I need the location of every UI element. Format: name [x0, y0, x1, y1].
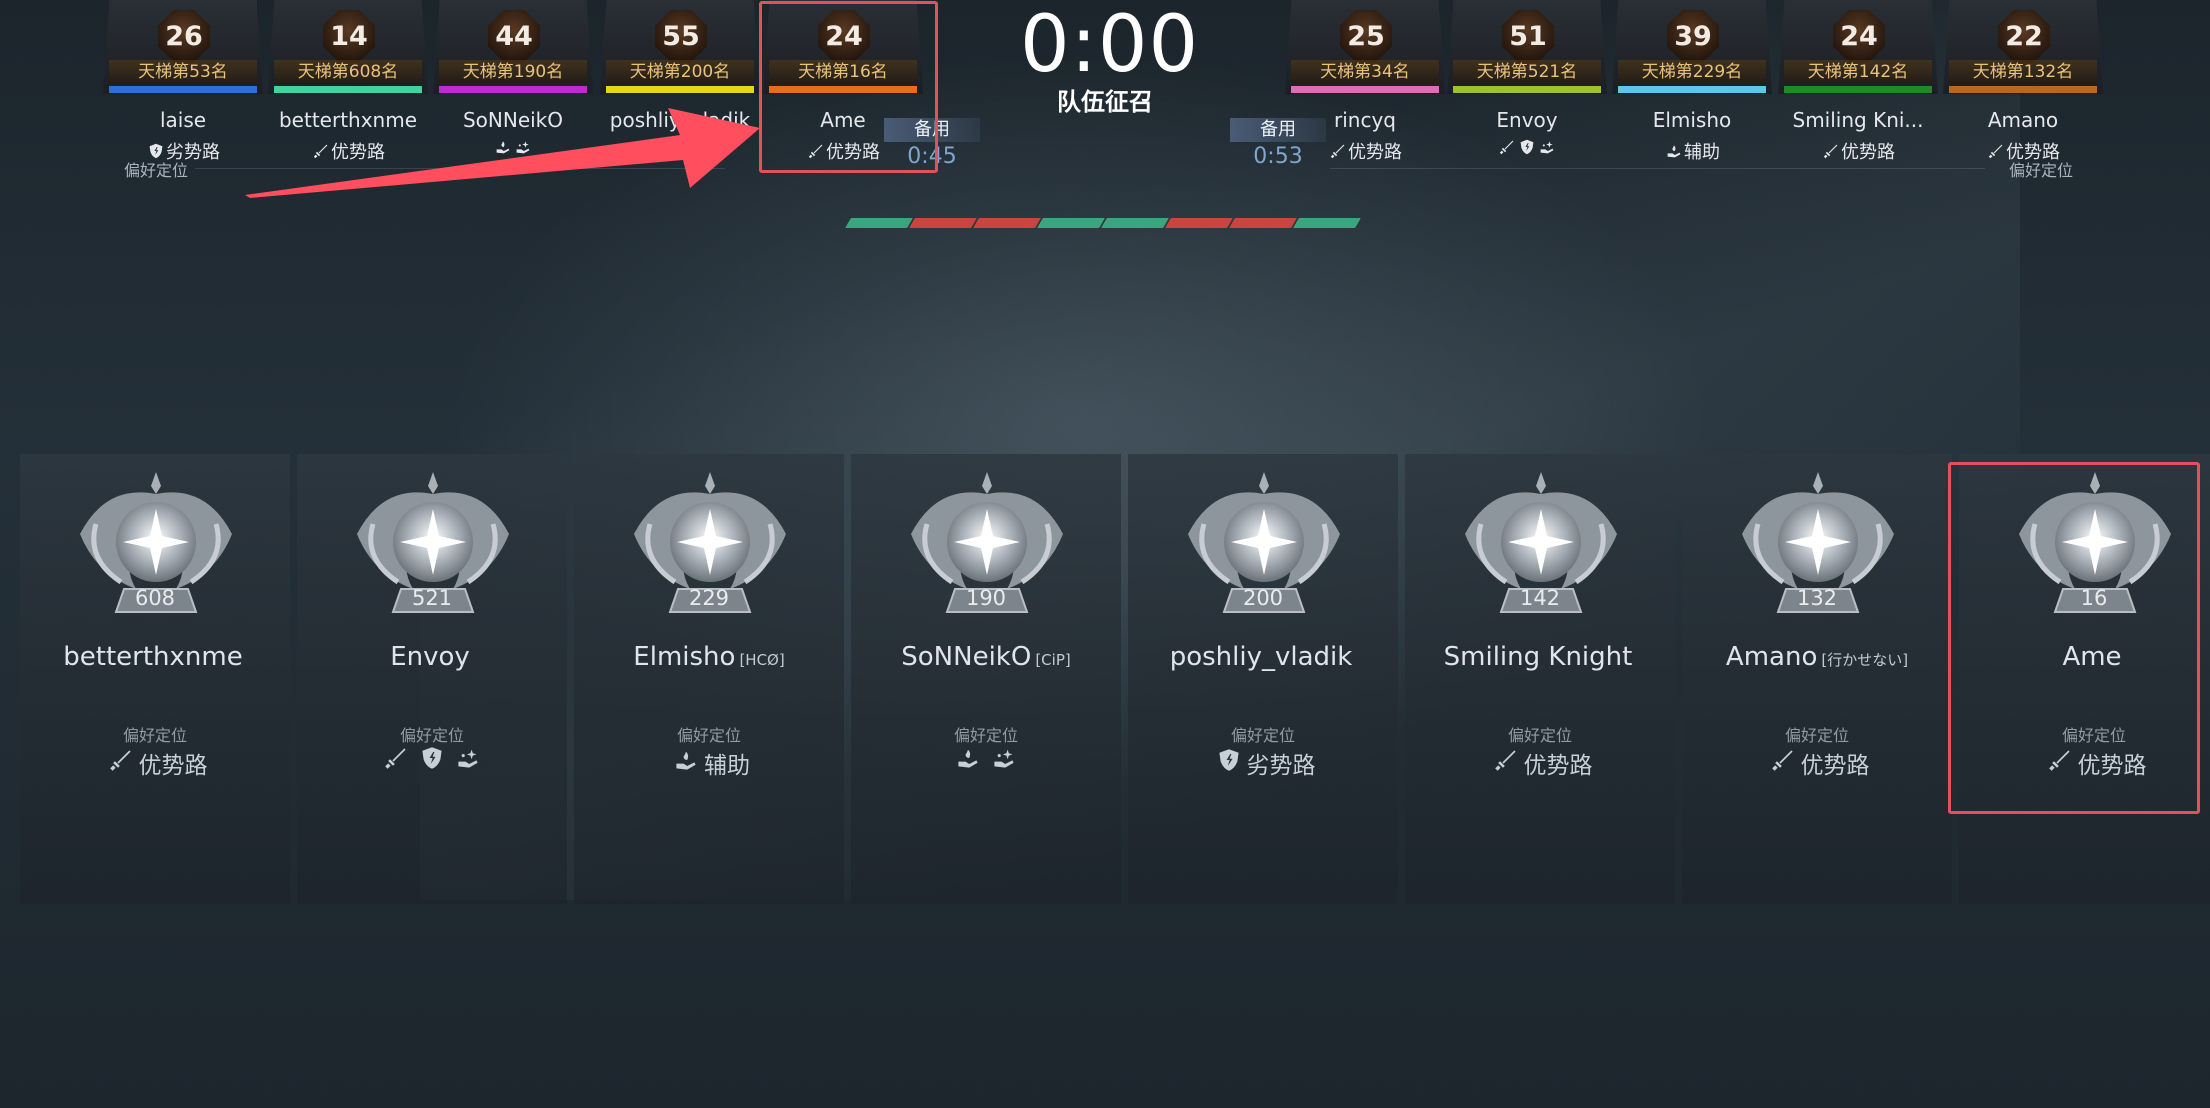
annotation-arrow — [245, 108, 760, 198]
